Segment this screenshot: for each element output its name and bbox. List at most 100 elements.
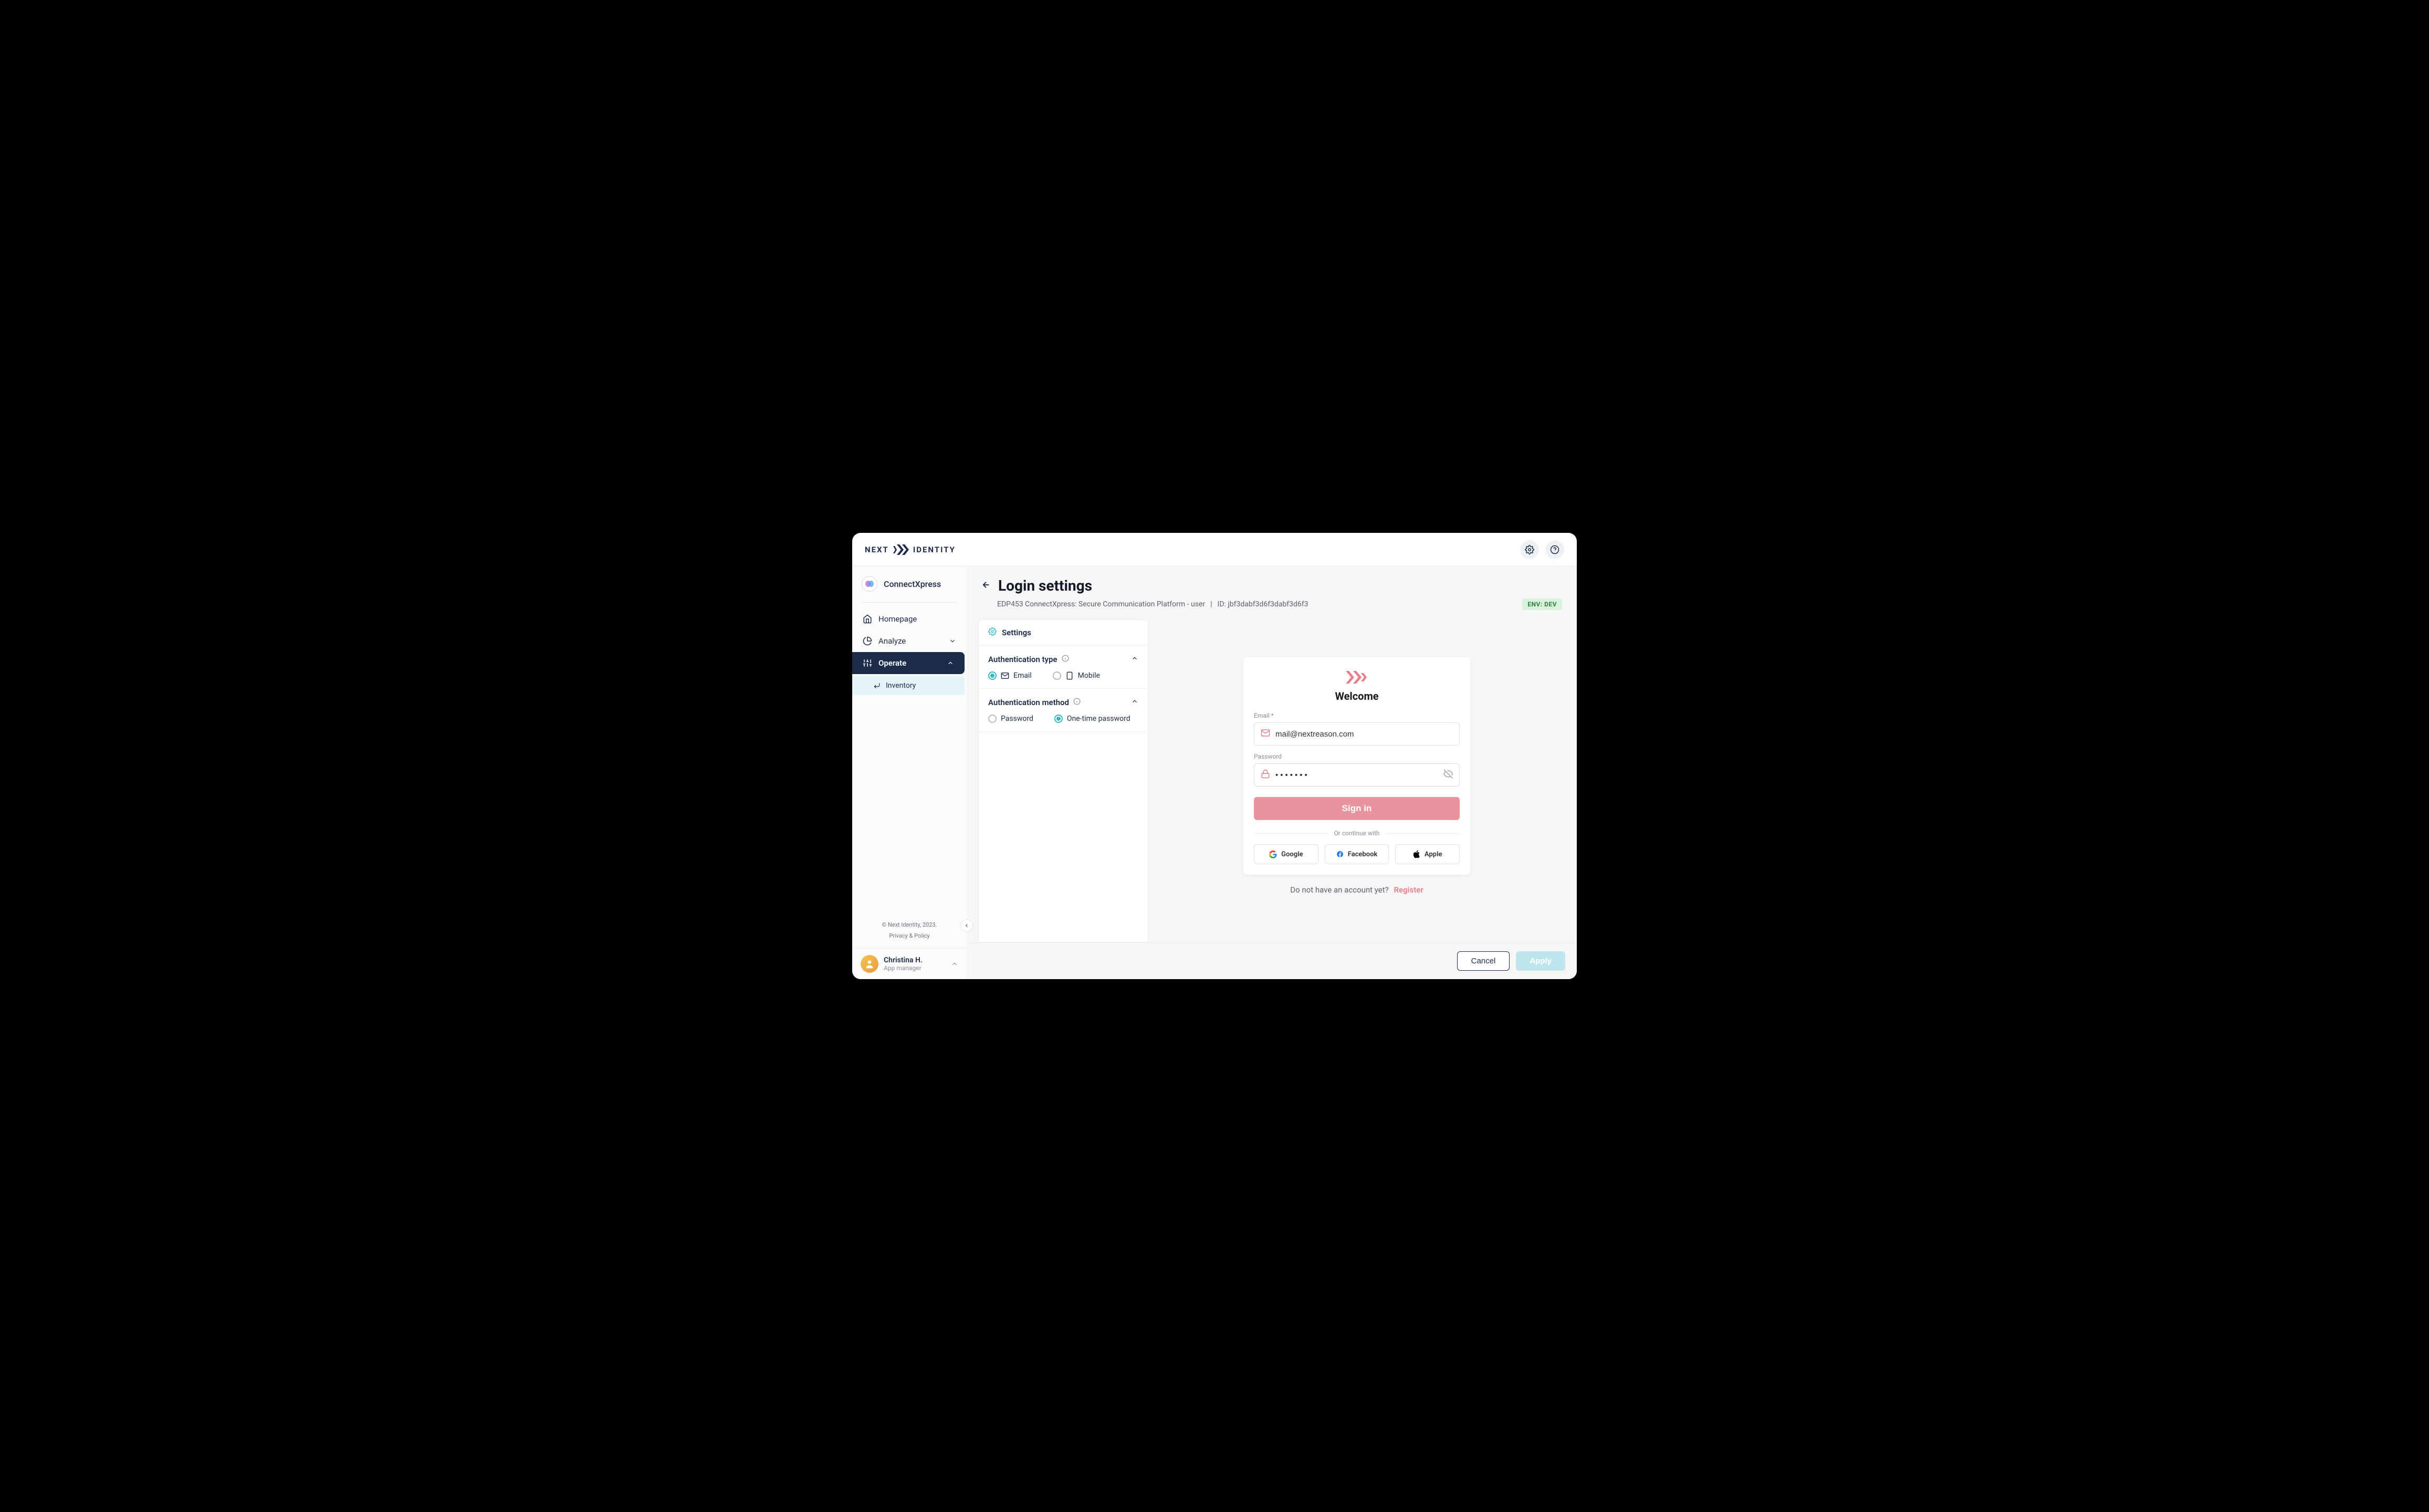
social-label: Facebook — [1348, 850, 1378, 858]
setting-section-auth-method: Authentication method Password — [979, 689, 1148, 732]
privacy-link[interactable]: Privacy & Policy — [861, 931, 958, 942]
section-title: Authentication type — [988, 655, 1058, 664]
chevron-up-icon — [1131, 654, 1138, 664]
page-subtitle: EDP453 ConnectXpress: Secure Communicati… — [997, 600, 1205, 608]
radio-option-otp[interactable]: One-time password — [1054, 715, 1130, 723]
project-logo-icon — [862, 576, 877, 592]
chevron-up-icon — [947, 659, 954, 667]
radio-option-password[interactable]: Password — [988, 715, 1033, 723]
page-header: Login settings EDP453 ConnectXpress: Sec… — [967, 566, 1577, 616]
sidebar-item-label: Analyze — [878, 636, 906, 646]
copyright-text: © Next Identity, 2023. — [861, 920, 958, 931]
register-row: Do not have an account yet? Register — [1290, 885, 1423, 895]
social-google-button[interactable]: Google — [1254, 844, 1318, 864]
facebook-icon — [1336, 850, 1344, 858]
register-link[interactable]: Register — [1394, 885, 1423, 895]
page-footer: Cancel Apply — [967, 942, 1577, 979]
divider — [1254, 833, 1329, 834]
env-badge: ENV: DEV — [1522, 598, 1562, 610]
sidebar-subitem-label: Inventory — [886, 681, 916, 690]
mail-icon — [1001, 671, 1009, 680]
register-prompt: Do not have an account yet? — [1290, 885, 1388, 895]
password-input[interactable] — [1275, 771, 1438, 780]
section-toggle[interactable]: Authentication method — [988, 697, 1138, 707]
help-icon — [1550, 545, 1559, 554]
brand-text-2: IDENTITY — [913, 545, 956, 554]
info-icon[interactable] — [1073, 697, 1081, 707]
chevron-up-icon — [1131, 697, 1138, 707]
apple-icon — [1413, 850, 1420, 858]
page-title: Login settings — [998, 577, 1092, 594]
login-card: Welcome Email * Password — [1243, 657, 1470, 875]
radio-label: Mobile — [1078, 671, 1100, 680]
gear-icon — [988, 627, 997, 638]
help-button[interactable] — [1545, 540, 1564, 559]
user-menu[interactable]: Christina H. App manager — [852, 948, 967, 979]
sidebar-subitem-inventory[interactable]: Inventory — [852, 676, 965, 695]
sliders-icon — [863, 658, 872, 668]
radio-label: One-time password — [1067, 715, 1130, 723]
radio-label: Password — [1001, 715, 1033, 723]
email-label: Email * — [1254, 712, 1460, 719]
page-id: ID: jbf3dabf3d6f3dabf3d6f3 — [1218, 600, 1308, 608]
social-facebook-button[interactable]: Facebook — [1325, 844, 1389, 864]
user-name: Christina H. — [884, 956, 946, 964]
radio-indicator — [1054, 715, 1063, 723]
user-role: App manager — [884, 964, 946, 972]
settings-gear-button[interactable] — [1520, 540, 1539, 559]
settings-panel: Settings Authentication type — [978, 620, 1148, 942]
arrow-return-icon — [873, 682, 881, 689]
gear-icon — [1525, 545, 1534, 554]
sidebar: ConnectXpress Homepage Analyze Operate — [852, 566, 967, 979]
email-input[interactable] — [1275, 730, 1453, 739]
chevron-left-icon — [964, 923, 969, 928]
section-title: Authentication method — [988, 698, 1069, 707]
brand-text-1: NEXT — [865, 545, 889, 554]
sidebar-item-operate[interactable]: Operate — [852, 652, 965, 674]
apply-button[interactable]: Apply — [1516, 951, 1565, 971]
login-preview: Welcome Email * Password — [1148, 620, 1565, 942]
chevron-down-icon — [949, 637, 956, 645]
password-field-wrap — [1254, 763, 1460, 786]
social-apple-button[interactable]: Apple — [1395, 844, 1460, 864]
sidebar-item-homepage[interactable]: Homepage — [852, 608, 967, 630]
divider — [1385, 833, 1460, 834]
settings-header-label: Settings — [1002, 628, 1031, 637]
info-icon[interactable] — [1062, 654, 1069, 664]
radio-indicator — [988, 671, 997, 680]
radio-option-mobile[interactable]: Mobile — [1053, 671, 1100, 680]
lock-icon — [1261, 769, 1270, 781]
project-name: ConnectXpress — [884, 579, 941, 589]
eye-off-icon — [1443, 769, 1453, 779]
welcome-title: Welcome — [1254, 690, 1460, 702]
radio-indicator — [988, 715, 997, 723]
cancel-button[interactable]: Cancel — [1457, 951, 1510, 971]
email-field-wrap — [1254, 722, 1460, 746]
chevron-up-icon — [951, 960, 958, 968]
preview-logo-icon — [1254, 670, 1460, 685]
radio-option-email[interactable]: Email — [988, 671, 1032, 680]
home-icon — [863, 614, 872, 624]
sidebar-item-analyze[interactable]: Analyze — [852, 630, 967, 652]
phone-icon — [1065, 671, 1074, 680]
main-content: Login settings EDP453 ConnectXpress: Sec… — [967, 566, 1577, 979]
top-bar: NEXT IDENTITY — [852, 533, 1577, 566]
sidebar-item-label: Operate — [878, 658, 906, 668]
sidebar-footer: © Next Identity, 2023. Privacy & Policy — [852, 914, 967, 948]
section-toggle[interactable]: Authentication type — [988, 654, 1138, 664]
toggle-password-visibility[interactable] — [1443, 769, 1453, 781]
radio-label: Email — [1013, 671, 1032, 680]
back-button[interactable] — [981, 580, 991, 592]
app-window: NEXT IDENTITY — [852, 533, 1577, 979]
signin-button[interactable]: Sign in — [1254, 797, 1460, 820]
separator: | — [1210, 600, 1212, 608]
avatar — [861, 955, 878, 973]
continue-with-label: Or continue with — [1334, 830, 1380, 837]
social-label: Apple — [1425, 850, 1442, 858]
project-header[interactable]: ConnectXpress — [852, 566, 967, 599]
brand: NEXT IDENTITY — [865, 544, 956, 555]
radio-indicator — [1053, 671, 1061, 680]
sidebar-collapse-button[interactable] — [960, 919, 973, 932]
sidebar-nav: Homepage Analyze Operate Inventory — [852, 608, 967, 914]
brand-logo-icon — [893, 544, 909, 555]
